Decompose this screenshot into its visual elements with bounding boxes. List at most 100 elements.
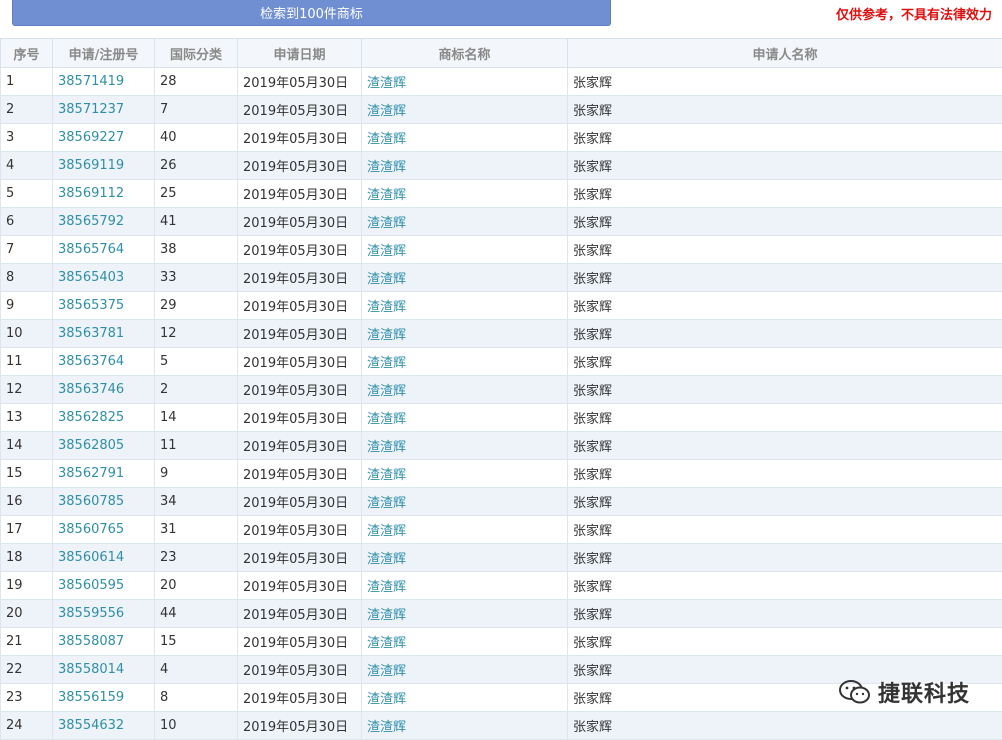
cell-trademark-name-link[interactable]: 渣渣辉 xyxy=(362,460,568,488)
cell-trademark-name-link[interactable]: 渣渣辉 xyxy=(362,96,568,124)
cell-index: 20 xyxy=(1,600,53,628)
cell-intl-class: 28 xyxy=(155,68,238,96)
cell-reg-number-link[interactable]: 38563764 xyxy=(53,348,155,376)
cell-trademark-name-link[interactable]: 渣渣辉 xyxy=(362,432,568,460)
cell-intl-class: 8 xyxy=(155,684,238,712)
cell-reg-number-link[interactable]: 38562791 xyxy=(53,460,155,488)
cell-trademark-name-link[interactable]: 渣渣辉 xyxy=(362,292,568,320)
table-row[interactable]: 338569227402019年05月30日渣渣辉张家辉 xyxy=(1,124,1002,152)
cell-reg-number-link[interactable]: 38571237 xyxy=(53,96,155,124)
cell-trademark-name-link[interactable]: 渣渣辉 xyxy=(362,712,568,740)
table-row[interactable]: 638565792412019年05月30日渣渣辉张家辉 xyxy=(1,208,1002,236)
cell-apply-date: 2019年05月30日 xyxy=(238,656,362,684)
table-row[interactable]: 23857123772019年05月30日渣渣辉张家辉 xyxy=(1,96,1002,124)
cell-trademark-name-link[interactable]: 渣渣辉 xyxy=(362,208,568,236)
table-row[interactable]: 153856279192019年05月30日渣渣辉张家辉 xyxy=(1,460,1002,488)
cell-trademark-name-link[interactable]: 渣渣辉 xyxy=(362,404,568,432)
cell-reg-number-link[interactable]: 38569227 xyxy=(53,124,155,152)
cell-reg-number-link[interactable]: 38565403 xyxy=(53,264,155,292)
cell-trademark-name-link[interactable]: 渣渣辉 xyxy=(362,348,568,376)
table-row[interactable]: 113856376452019年05月30日渣渣辉张家辉 xyxy=(1,348,1002,376)
cell-index: 4 xyxy=(1,152,53,180)
cell-trademark-name-link[interactable]: 渣渣辉 xyxy=(362,68,568,96)
cell-reg-number-link[interactable]: 38563746 xyxy=(53,376,155,404)
cell-intl-class: 12 xyxy=(155,320,238,348)
column-header-index[interactable]: 序号 xyxy=(1,39,53,68)
column-header-reg-number[interactable]: 申请/注册号 xyxy=(53,39,155,68)
cell-reg-number-link[interactable]: 38562805 xyxy=(53,432,155,460)
cell-intl-class: 5 xyxy=(155,348,238,376)
cell-reg-number-link[interactable]: 38562825 xyxy=(53,404,155,432)
table-row[interactable]: 2438554632102019年05月30日渣渣辉张家辉 xyxy=(1,712,1002,740)
wechat-icon xyxy=(838,679,872,705)
cell-reg-number-link[interactable]: 38565375 xyxy=(53,292,155,320)
cell-trademark-name-link[interactable]: 渣渣辉 xyxy=(362,684,568,712)
cell-trademark-name-link[interactable]: 渣渣辉 xyxy=(362,152,568,180)
cell-applicant: 张家辉 xyxy=(568,376,1002,404)
cell-reg-number-link[interactable]: 38569112 xyxy=(53,180,155,208)
cell-reg-number-link[interactable]: 38563781 xyxy=(53,320,155,348)
cell-reg-number-link[interactable]: 38569119 xyxy=(53,152,155,180)
cell-trademark-name-link[interactable]: 渣渣辉 xyxy=(362,656,568,684)
cell-applicant: 张家辉 xyxy=(568,96,1002,124)
column-header-intl-class[interactable]: 国际分类 xyxy=(155,39,238,68)
cell-trademark-name-link[interactable]: 渣渣辉 xyxy=(362,236,568,264)
table-header-row: 序号 申请/注册号 国际分类 申请日期 商标名称 申请人名称 xyxy=(1,39,1002,68)
cell-index: 13 xyxy=(1,404,53,432)
table-row[interactable]: 938565375292019年05月30日渣渣辉张家辉 xyxy=(1,292,1002,320)
table-row[interactable]: 1038563781122019年05月30日渣渣辉张家辉 xyxy=(1,320,1002,348)
column-header-applicant[interactable]: 申请人名称 xyxy=(568,39,1002,68)
table-row[interactable]: 1338562825142019年05月30日渣渣辉张家辉 xyxy=(1,404,1002,432)
cell-reg-number-link[interactable]: 38560595 xyxy=(53,572,155,600)
column-header-apply-date[interactable]: 申请日期 xyxy=(238,39,362,68)
cell-reg-number-link[interactable]: 38560785 xyxy=(53,488,155,516)
table-row[interactable]: 1438562805112019年05月30日渣渣辉张家辉 xyxy=(1,432,1002,460)
cell-trademark-name-link[interactable]: 渣渣辉 xyxy=(362,572,568,600)
cell-applicant: 张家辉 xyxy=(568,712,1002,740)
cell-trademark-name-link[interactable]: 渣渣辉 xyxy=(362,628,568,656)
table-row[interactable]: 738565764382019年05月30日渣渣辉张家辉 xyxy=(1,236,1002,264)
cell-reg-number-link[interactable]: 38560614 xyxy=(53,544,155,572)
table-row[interactable]: 438569119262019年05月30日渣渣辉张家辉 xyxy=(1,152,1002,180)
cell-applicant: 张家辉 xyxy=(568,404,1002,432)
cell-trademark-name-link[interactable]: 渣渣辉 xyxy=(362,180,568,208)
watermark: 捷联科技 xyxy=(838,676,970,708)
cell-trademark-name-link[interactable]: 渣渣辉 xyxy=(362,264,568,292)
cell-reg-number-link[interactable]: 38554632 xyxy=(53,712,155,740)
cell-intl-class: 4 xyxy=(155,656,238,684)
cell-reg-number-link[interactable]: 38558087 xyxy=(53,628,155,656)
table-row[interactable]: 2038559556442019年05月30日渣渣辉张家辉 xyxy=(1,600,1002,628)
cell-apply-date: 2019年05月30日 xyxy=(238,376,362,404)
column-header-trademark-name[interactable]: 商标名称 xyxy=(362,39,568,68)
cell-reg-number-link[interactable]: 38559556 xyxy=(53,600,155,628)
table-row[interactable]: 1938560595202019年05月30日渣渣辉张家辉 xyxy=(1,572,1002,600)
cell-reg-number-link[interactable]: 38565792 xyxy=(53,208,155,236)
cell-apply-date: 2019年05月30日 xyxy=(238,348,362,376)
table-row[interactable]: 838565403332019年05月30日渣渣辉张家辉 xyxy=(1,264,1002,292)
cell-reg-number-link[interactable]: 38565764 xyxy=(53,236,155,264)
cell-trademark-name-link[interactable]: 渣渣辉 xyxy=(362,600,568,628)
table-row[interactable]: 138571419282019年05月30日渣渣辉张家辉 xyxy=(1,68,1002,96)
cell-apply-date: 2019年05月30日 xyxy=(238,488,362,516)
cell-reg-number-link[interactable]: 38571419 xyxy=(53,68,155,96)
cell-reg-number-link[interactable]: 38558014 xyxy=(53,656,155,684)
result-count-banner: 检索到100件商标 xyxy=(12,0,611,26)
table-row[interactable]: 123856374622019年05月30日渣渣辉张家辉 xyxy=(1,376,1002,404)
cell-index: 12 xyxy=(1,376,53,404)
table-row[interactable]: 538569112252019年05月30日渣渣辉张家辉 xyxy=(1,180,1002,208)
table-row[interactable]: 1838560614232019年05月30日渣渣辉张家辉 xyxy=(1,544,1002,572)
cell-trademark-name-link[interactable]: 渣渣辉 xyxy=(362,124,568,152)
table-row[interactable]: 2138558087152019年05月30日渣渣辉张家辉 xyxy=(1,628,1002,656)
cell-trademark-name-link[interactable]: 渣渣辉 xyxy=(362,488,568,516)
cell-trademark-name-link[interactable]: 渣渣辉 xyxy=(362,320,568,348)
cell-trademark-name-link[interactable]: 渣渣辉 xyxy=(362,544,568,572)
table-row[interactable]: 1638560785342019年05月30日渣渣辉张家辉 xyxy=(1,488,1002,516)
cell-reg-number-link[interactable]: 38560765 xyxy=(53,516,155,544)
cell-apply-date: 2019年05月30日 xyxy=(238,208,362,236)
cell-apply-date: 2019年05月30日 xyxy=(238,712,362,740)
cell-trademark-name-link[interactable]: 渣渣辉 xyxy=(362,376,568,404)
cell-trademark-name-link[interactable]: 渣渣辉 xyxy=(362,516,568,544)
cell-reg-number-link[interactable]: 38556159 xyxy=(53,684,155,712)
cell-intl-class: 29 xyxy=(155,292,238,320)
table-row[interactable]: 1738560765312019年05月30日渣渣辉张家辉 xyxy=(1,516,1002,544)
